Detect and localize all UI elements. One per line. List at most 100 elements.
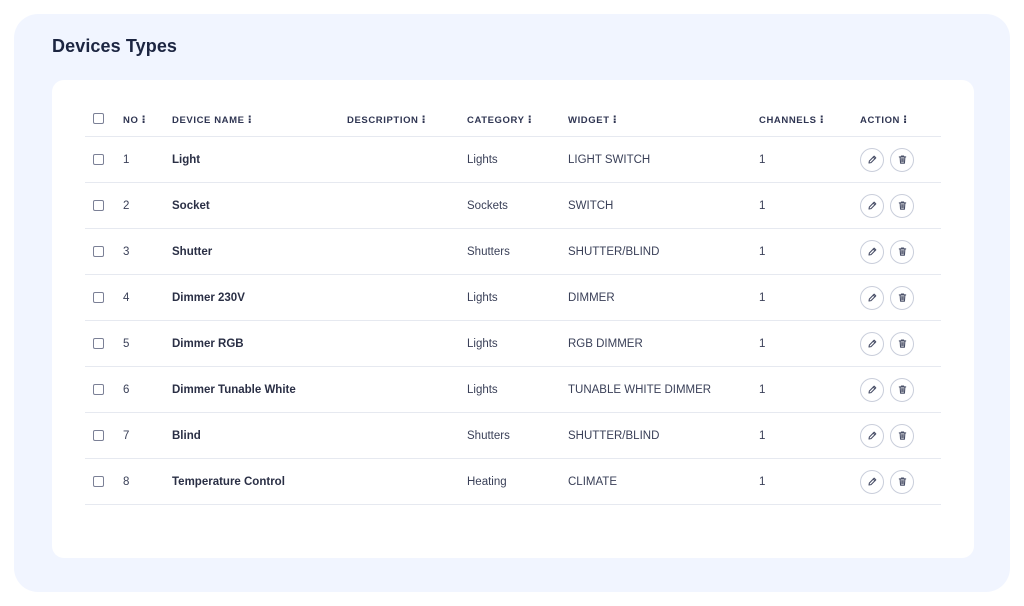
- action-cell: [860, 320, 941, 367]
- row-checkbox[interactable]: [93, 475, 104, 487]
- category-cell: Lights: [467, 136, 568, 183]
- sort-icon[interactable]: ⁝: [613, 114, 618, 126]
- channels-cell: 1: [759, 458, 860, 505]
- table-row: 4 Dimmer 230V Lights DIMMER 1: [85, 274, 941, 321]
- widget-cell: DIMMER: [568, 274, 759, 321]
- table-row: 1 Light Lights LIGHT SWITCH 1: [85, 136, 941, 183]
- description-cell: [347, 412, 467, 459]
- no-cell: 1: [123, 136, 172, 183]
- widget-cell: RGB DIMMER: [568, 320, 759, 367]
- row-actions: [860, 377, 941, 402]
- delete-button[interactable]: [890, 377, 914, 402]
- edit-button[interactable]: [860, 147, 884, 172]
- delete-button[interactable]: [890, 331, 914, 356]
- no-cell: 6: [123, 366, 172, 413]
- action-cell: [860, 412, 941, 459]
- row-checkbox[interactable]: [93, 245, 104, 257]
- devices-table: NO ⁝ DEVICE NAME ⁝ DESCRIPTION ⁝ CATEGORY ⁝ …: [85, 102, 941, 505]
- no-cell: 7: [123, 412, 172, 459]
- row-checkbox[interactable]: [93, 199, 104, 211]
- edit-button[interactable]: [860, 193, 884, 218]
- edit-button[interactable]: [860, 423, 884, 448]
- edit-button[interactable]: [860, 377, 884, 402]
- sort-icon[interactable]: ⁝: [248, 114, 253, 126]
- col-header-action[interactable]: ACTION ⁝: [860, 102, 941, 137]
- no-cell: 5: [123, 320, 172, 367]
- row-checkbox[interactable]: [93, 291, 104, 303]
- select-cell: [85, 366, 123, 413]
- col-header-no[interactable]: NO ⁝: [123, 102, 172, 137]
- description-cell: [347, 366, 467, 413]
- header-select-cell: [85, 102, 123, 137]
- edit-button[interactable]: [860, 331, 884, 356]
- delete-button[interactable]: [890, 469, 914, 494]
- row-actions: [860, 423, 941, 448]
- row-checkbox[interactable]: [93, 337, 104, 349]
- row-actions: [860, 469, 941, 494]
- sort-icon[interactable]: ⁝: [903, 114, 908, 126]
- action-cell: [860, 274, 941, 321]
- device-name-cell: Temperature Control: [172, 458, 347, 505]
- device-name-cell: Shutter: [172, 228, 347, 275]
- description-cell: [347, 182, 467, 229]
- channels-cell: 1: [759, 182, 860, 229]
- select-cell: [85, 274, 123, 321]
- description-cell: [347, 458, 467, 505]
- row-actions: [860, 285, 941, 310]
- category-cell: Lights: [467, 366, 568, 413]
- edit-icon: [867, 201, 876, 210]
- delete-button[interactable]: [890, 239, 914, 264]
- delete-button[interactable]: [890, 423, 914, 448]
- delete-button[interactable]: [890, 193, 914, 218]
- no-cell: 3: [123, 228, 172, 275]
- no-cell: 2: [123, 182, 172, 229]
- page-title: Devices Types: [52, 36, 178, 56]
- no-cell: 4: [123, 274, 172, 321]
- edit-icon: [867, 293, 876, 302]
- edit-button[interactable]: [860, 285, 884, 310]
- delete-button[interactable]: [890, 147, 914, 172]
- sort-icon[interactable]: ⁝: [528, 114, 533, 126]
- edit-icon: [867, 247, 876, 256]
- col-header-category[interactable]: CATEGORY ⁝: [467, 102, 568, 137]
- channels-cell: 1: [759, 412, 860, 459]
- category-cell: Heating: [467, 458, 568, 505]
- trash-icon: [898, 155, 906, 164]
- device-name-cell: Blind: [172, 412, 347, 459]
- row-checkbox[interactable]: [93, 429, 104, 441]
- col-header-device-name[interactable]: DEVICE NAME ⁝: [172, 102, 347, 137]
- select-cell: [85, 412, 123, 459]
- col-label: ACTION: [860, 114, 901, 126]
- action-cell: [860, 136, 941, 183]
- category-cell: Lights: [467, 274, 568, 321]
- edit-button[interactable]: [860, 469, 884, 494]
- sort-icon[interactable]: ⁝: [422, 114, 427, 126]
- row-checkbox[interactable]: [93, 153, 104, 165]
- col-header-description[interactable]: DESCRIPTION ⁝: [347, 102, 467, 137]
- col-header-channels[interactable]: CHANNELS ⁝: [759, 102, 860, 137]
- select-cell: [85, 182, 123, 229]
- select-all-checkbox[interactable]: [93, 113, 104, 125]
- edit-icon: [867, 477, 876, 486]
- channels-cell: 1: [759, 136, 860, 183]
- trash-icon: [898, 339, 906, 348]
- widget-cell: SHUTTER/BLIND: [568, 228, 759, 275]
- channels-cell: 1: [759, 274, 860, 321]
- widget-cell: SWITCH: [568, 182, 759, 229]
- edit-button[interactable]: [860, 239, 884, 264]
- description-cell: [347, 274, 467, 321]
- edit-icon: [867, 155, 876, 164]
- widget-cell: CLIMATE: [568, 458, 759, 505]
- edit-icon: [867, 385, 876, 394]
- action-cell: [860, 366, 941, 413]
- device-name-cell: Light: [172, 136, 347, 183]
- category-cell: Sockets: [467, 182, 568, 229]
- col-label: WIDGET: [568, 114, 610, 126]
- sort-icon[interactable]: ⁝: [141, 114, 146, 126]
- delete-button[interactable]: [890, 285, 914, 310]
- device-name-cell: Dimmer 230V: [172, 274, 347, 321]
- sort-icon[interactable]: ⁝: [820, 114, 825, 126]
- col-header-widget[interactable]: WIDGET ⁝: [568, 102, 759, 137]
- row-checkbox[interactable]: [93, 383, 104, 395]
- trash-icon: [898, 477, 906, 486]
